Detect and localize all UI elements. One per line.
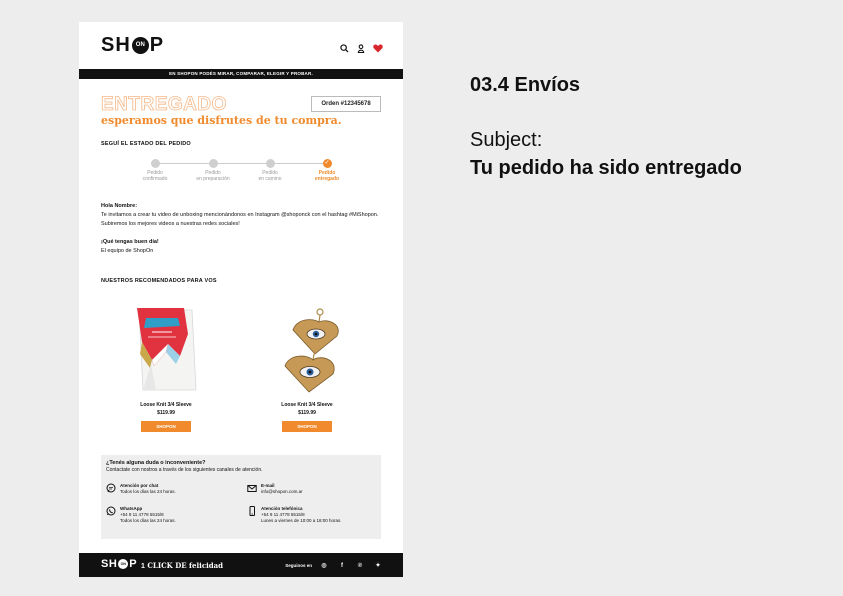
tracking-step-in-transit: Pedido en camino bbox=[240, 159, 300, 182]
product-price: $119.99 bbox=[298, 410, 316, 416]
mail-icon bbox=[247, 483, 257, 493]
footer-tagline: 1 CLICK DE felicidad bbox=[141, 561, 223, 570]
tracking-title: SEGUÍ EL ESTADO DEL PEDIDO bbox=[101, 141, 191, 147]
help-subtitle: Contactate con nostros a través de los s… bbox=[106, 467, 263, 473]
product-price: $119.99 bbox=[157, 410, 175, 416]
email-header: SH ON P bbox=[79, 22, 403, 68]
step-label: Pedido entregado bbox=[314, 170, 340, 182]
email-preview: SH ON P EN SHOPON PODÉS MIRAR, COMPARAR,… bbox=[79, 22, 403, 577]
step-dot bbox=[208, 159, 218, 168]
logo-text-left: SH bbox=[101, 34, 131, 56]
header-icons bbox=[340, 44, 383, 53]
step-dot bbox=[265, 159, 275, 168]
channel-detail: Todos los días las 24 horas. bbox=[120, 489, 176, 494]
logo-text-left: SH bbox=[101, 558, 118, 570]
instagram-icon[interactable]: ◎ bbox=[321, 562, 327, 569]
section-title: 03.4 Envíos bbox=[470, 74, 581, 96]
message-body: Te invitamos a crear tu video de unboxin… bbox=[101, 212, 379, 227]
email-message: Hola Nombre: Te invitamos a crear tu vid… bbox=[101, 202, 386, 256]
footer-logo[interactable]: SH ON P bbox=[101, 558, 137, 570]
chat-icon bbox=[106, 483, 116, 493]
signature: El equipo de ShopOn bbox=[101, 248, 154, 254]
twitter-icon[interactable]: ✦ bbox=[375, 562, 381, 569]
shopon-logo[interactable]: SH ON P bbox=[101, 34, 164, 57]
tagline-text: CLICK DE felicidad bbox=[144, 561, 224, 570]
eye-earrings-image[interactable] bbox=[247, 304, 367, 394]
channel-detail: Todos los días las 24 horas. bbox=[120, 518, 176, 523]
recommended-title: NUESTROS RECOMENDADOS PARA VOS bbox=[101, 278, 217, 284]
check-icon: ✓ bbox=[322, 159, 332, 168]
promo-bar: EN SHOPON PODÉS MIRAR, COMPARAR, ELEGIR … bbox=[79, 69, 403, 79]
logo-text-right: P bbox=[129, 558, 138, 570]
subject-label: Subject: bbox=[470, 129, 543, 151]
status-heading: ENTREGADO bbox=[101, 94, 227, 115]
logo-circle: ON bbox=[118, 559, 129, 569]
follow-label: Seguinos en bbox=[285, 563, 312, 568]
pinterest-icon[interactable]: ℗ bbox=[357, 563, 363, 569]
help-question: ¿Tenés alguna duda o inconveniente? bbox=[106, 460, 206, 466]
step-label: Pedido en preparación bbox=[196, 170, 230, 182]
order-number-box: Orden #12345678 bbox=[311, 96, 381, 112]
email-footer: SH ON P 1 CLICK DE felicidad Seguinos en… bbox=[79, 553, 403, 577]
whatsapp-icon bbox=[106, 506, 116, 516]
channel-whatsapp[interactable]: WhatsApp +54 9 11 4778 5515/8 Todos los dí… bbox=[106, 506, 176, 524]
step-dot bbox=[150, 159, 160, 168]
social-links: Seguinos en ◎ f ℗ ✦ bbox=[285, 562, 381, 570]
channel-chat[interactable]: Atención por chat Todos los días las 24 h… bbox=[106, 483, 176, 495]
scarf-bag-image[interactable] bbox=[106, 304, 226, 394]
tracking-step-preparation: Pedido en preparación bbox=[183, 159, 243, 182]
phone-icon bbox=[247, 506, 257, 516]
channel-detail: info@shopon.com.ar bbox=[261, 489, 303, 494]
status-subheading: esperamos que disfrutes de tu compra. bbox=[101, 114, 342, 127]
help-section: ¿Tenés alguna duda o inconveniente? Cont… bbox=[101, 455, 381, 539]
shopon-button[interactable]: SHOPON bbox=[282, 421, 332, 432]
channel-detail: +54 9 11 4778 5515/8 bbox=[261, 512, 305, 517]
product-name: Loose Knit 3/4 Sleeve bbox=[281, 402, 333, 408]
logo-circle: ON bbox=[131, 37, 149, 54]
greeting: Hola Nombre: bbox=[101, 203, 138, 209]
subject-value: Tu pedido ha sido entregado bbox=[470, 157, 742, 179]
shopon-button[interactable]: SHOPON bbox=[141, 421, 191, 432]
channel-email[interactable]: E-mail info@shopon.com.ar bbox=[247, 483, 303, 495]
heart-icon[interactable] bbox=[373, 44, 383, 53]
tracking-step-delivered: ✓ Pedido entregado bbox=[297, 159, 357, 182]
product-card: Loose Knit 3/4 Sleeve $119.99 SHOPON bbox=[247, 304, 367, 432]
step-label: Pedido confirmado bbox=[142, 170, 168, 182]
channel-detail: Lunes a viernes de 10:00 a 18:00 horas. bbox=[261, 518, 342, 523]
channel-detail: +54 9 11 4778 5515/8 bbox=[120, 512, 164, 517]
step-label: Pedido en camino bbox=[258, 170, 282, 182]
product-name: Loose Knit 3/4 Sleeve bbox=[140, 402, 192, 408]
tracking-step-confirmed: Pedido confirmado bbox=[125, 159, 185, 182]
logo-text-right: P bbox=[149, 34, 165, 56]
facebook-icon[interactable]: f bbox=[339, 563, 345, 569]
closing: ¡Qué tengas buen día! bbox=[101, 239, 159, 245]
user-icon[interactable] bbox=[357, 44, 365, 53]
search-icon[interactable] bbox=[340, 44, 349, 53]
product-card: Loose Knit 3/4 Sleeve $119.99 SHOPON bbox=[106, 304, 226, 432]
channel-phone[interactable]: Atención telefónica +54 9 11 4778 5515/8 L… bbox=[247, 506, 342, 524]
